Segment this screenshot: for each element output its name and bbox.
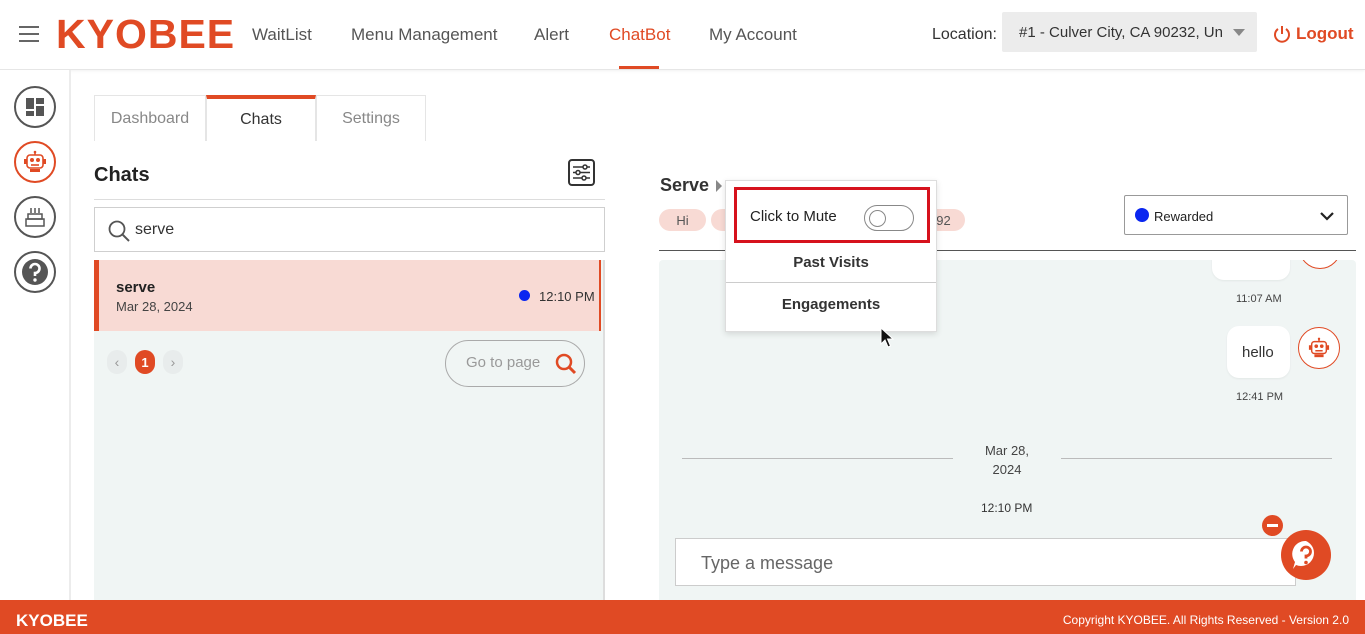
- prev-page-button[interactable]: ‹: [107, 350, 127, 374]
- past-visits-menu-item[interactable]: Past Visits: [726, 241, 936, 283]
- nav-menu-management[interactable]: Menu Management: [351, 25, 497, 45]
- chat-search-box: [94, 207, 605, 252]
- sidebar-item-chatbot[interactable]: [14, 141, 56, 183]
- go-to-page-box: [445, 340, 585, 387]
- mute-toggle[interactable]: [864, 205, 914, 231]
- top-bar: KYOBEE WaitList Menu Management Alert Ch…: [0, 0, 1365, 70]
- sidebar-item-dashboard[interactable]: [14, 86, 56, 128]
- status-dot: [519, 290, 530, 301]
- robot-icon: [1308, 337, 1330, 358]
- separator-time: 12:10 PM: [981, 501, 1033, 515]
- next-page-button[interactable]: ›: [163, 350, 183, 374]
- brand-logo: KYOBEE: [56, 11, 236, 57]
- chevron-down-icon: [1320, 212, 1334, 221]
- chatbot-tabs: Dashboard Chats Settings: [94, 95, 426, 141]
- date-separator-line2: 2024: [992, 462, 1022, 477]
- status-dot: [1135, 208, 1149, 222]
- date-separator-line1: Mar 28,: [984, 443, 1030, 458]
- nav-waitlist[interactable]: WaitList: [252, 25, 312, 45]
- location-label: Location:: [932, 26, 997, 43]
- list-item[interactable]: serve Mar 28, 2024 12:10 PM: [94, 260, 601, 331]
- message-time: 12:41 PM: [1236, 391, 1284, 403]
- message-input[interactable]: [701, 553, 1261, 574]
- left-sidebar: [0, 70, 71, 600]
- nav-chatbot[interactable]: ChatBot: [609, 25, 670, 45]
- footer-brand: KYOBEE: [16, 611, 88, 630]
- divider: [94, 199, 605, 200]
- search-icon[interactable]: [554, 352, 578, 376]
- chat-time: 12:10 PM: [539, 289, 595, 304]
- sidebar-item-help[interactable]: [14, 251, 56, 293]
- location-value: #1 - Culver City, CA 90232, United State…: [1019, 24, 1224, 41]
- mute-label: Click to Mute: [750, 208, 837, 225]
- message-time: 11:07 AM: [1236, 293, 1282, 305]
- tab-dashboard[interactable]: Dashboard: [94, 95, 206, 141]
- logout-label: Logout: [1296, 24, 1354, 43]
- sidebar-item-celebrations[interactable]: [14, 196, 56, 238]
- minus-icon: [1267, 524, 1278, 527]
- date-separator-line: [1061, 458, 1332, 459]
- message-bubble: [1212, 260, 1290, 280]
- message-input-box: [675, 538, 1296, 586]
- logout-button[interactable]: Logout: [1272, 24, 1354, 44]
- caret-right-icon[interactable]: [716, 180, 722, 192]
- cake-icon: [25, 208, 45, 227]
- chat-search-input[interactable]: [135, 218, 585, 242]
- date-separator: Mar 28, 2024: [979, 441, 1035, 479]
- chat-name: serve: [116, 279, 156, 296]
- conversation-name: Serve: [660, 175, 710, 195]
- tab-settings[interactable]: Settings: [316, 95, 426, 141]
- filter-button[interactable]: [568, 159, 595, 186]
- power-icon: [1274, 26, 1290, 43]
- dashboard-icon: [26, 98, 44, 116]
- toggle-knob: [869, 210, 886, 227]
- status-select[interactable]: Rewarded: [1124, 195, 1348, 235]
- remove-button[interactable]: [1262, 515, 1283, 536]
- bot-avatar: [1298, 327, 1340, 369]
- go-to-page-input[interactable]: [466, 354, 546, 371]
- conversation-options-menu: Click to Mute Past Visits Engagements: [725, 180, 937, 332]
- nav-my-account[interactable]: My Account: [709, 25, 797, 45]
- hamburger-menu-icon[interactable]: [19, 26, 39, 42]
- help-icon: [22, 259, 48, 285]
- chats-title: Chats: [94, 164, 150, 186]
- tab-chats[interactable]: Chats: [206, 95, 316, 141]
- filter-sliders-icon: [573, 164, 590, 181]
- date-separator-line: [682, 458, 953, 459]
- chat-list: serve Mar 28, 2024 12:10 PM: [94, 260, 605, 600]
- chat-date: Mar 28, 2024: [116, 299, 193, 314]
- page-1-button[interactable]: 1: [135, 350, 155, 374]
- caret-down-icon: [1233, 29, 1245, 36]
- engagements-menu-item[interactable]: Engagements: [726, 283, 936, 325]
- nav-alert[interactable]: Alert: [534, 25, 569, 45]
- help-chat-button[interactable]: [1281, 530, 1331, 580]
- message-bubble: hello: [1227, 326, 1290, 378]
- pagination: ‹ 1 ›: [107, 350, 183, 374]
- tag-chip[interactable]: Hi: [659, 209, 706, 231]
- nav-active-indicator: [619, 66, 659, 69]
- status-value: Rewarded: [1154, 209, 1214, 224]
- message-text: hello: [1242, 344, 1274, 361]
- search-icon: [108, 220, 130, 242]
- location-select[interactable]: #1 - Culver City, CA 90232, United State…: [1002, 12, 1257, 52]
- footer-copyright: Copyright KYOBEE. All Rights Reserved - …: [1062, 613, 1349, 627]
- footer: KYOBEE Copyright KYOBEE. All Rights Rese…: [0, 600, 1365, 634]
- bot-avatar: [1299, 260, 1341, 269]
- robot-icon: [24, 150, 46, 172]
- mouse-cursor-icon: [880, 327, 894, 348]
- help-bubble-icon: [1292, 540, 1314, 569]
- mute-row: Click to Mute: [734, 187, 930, 243]
